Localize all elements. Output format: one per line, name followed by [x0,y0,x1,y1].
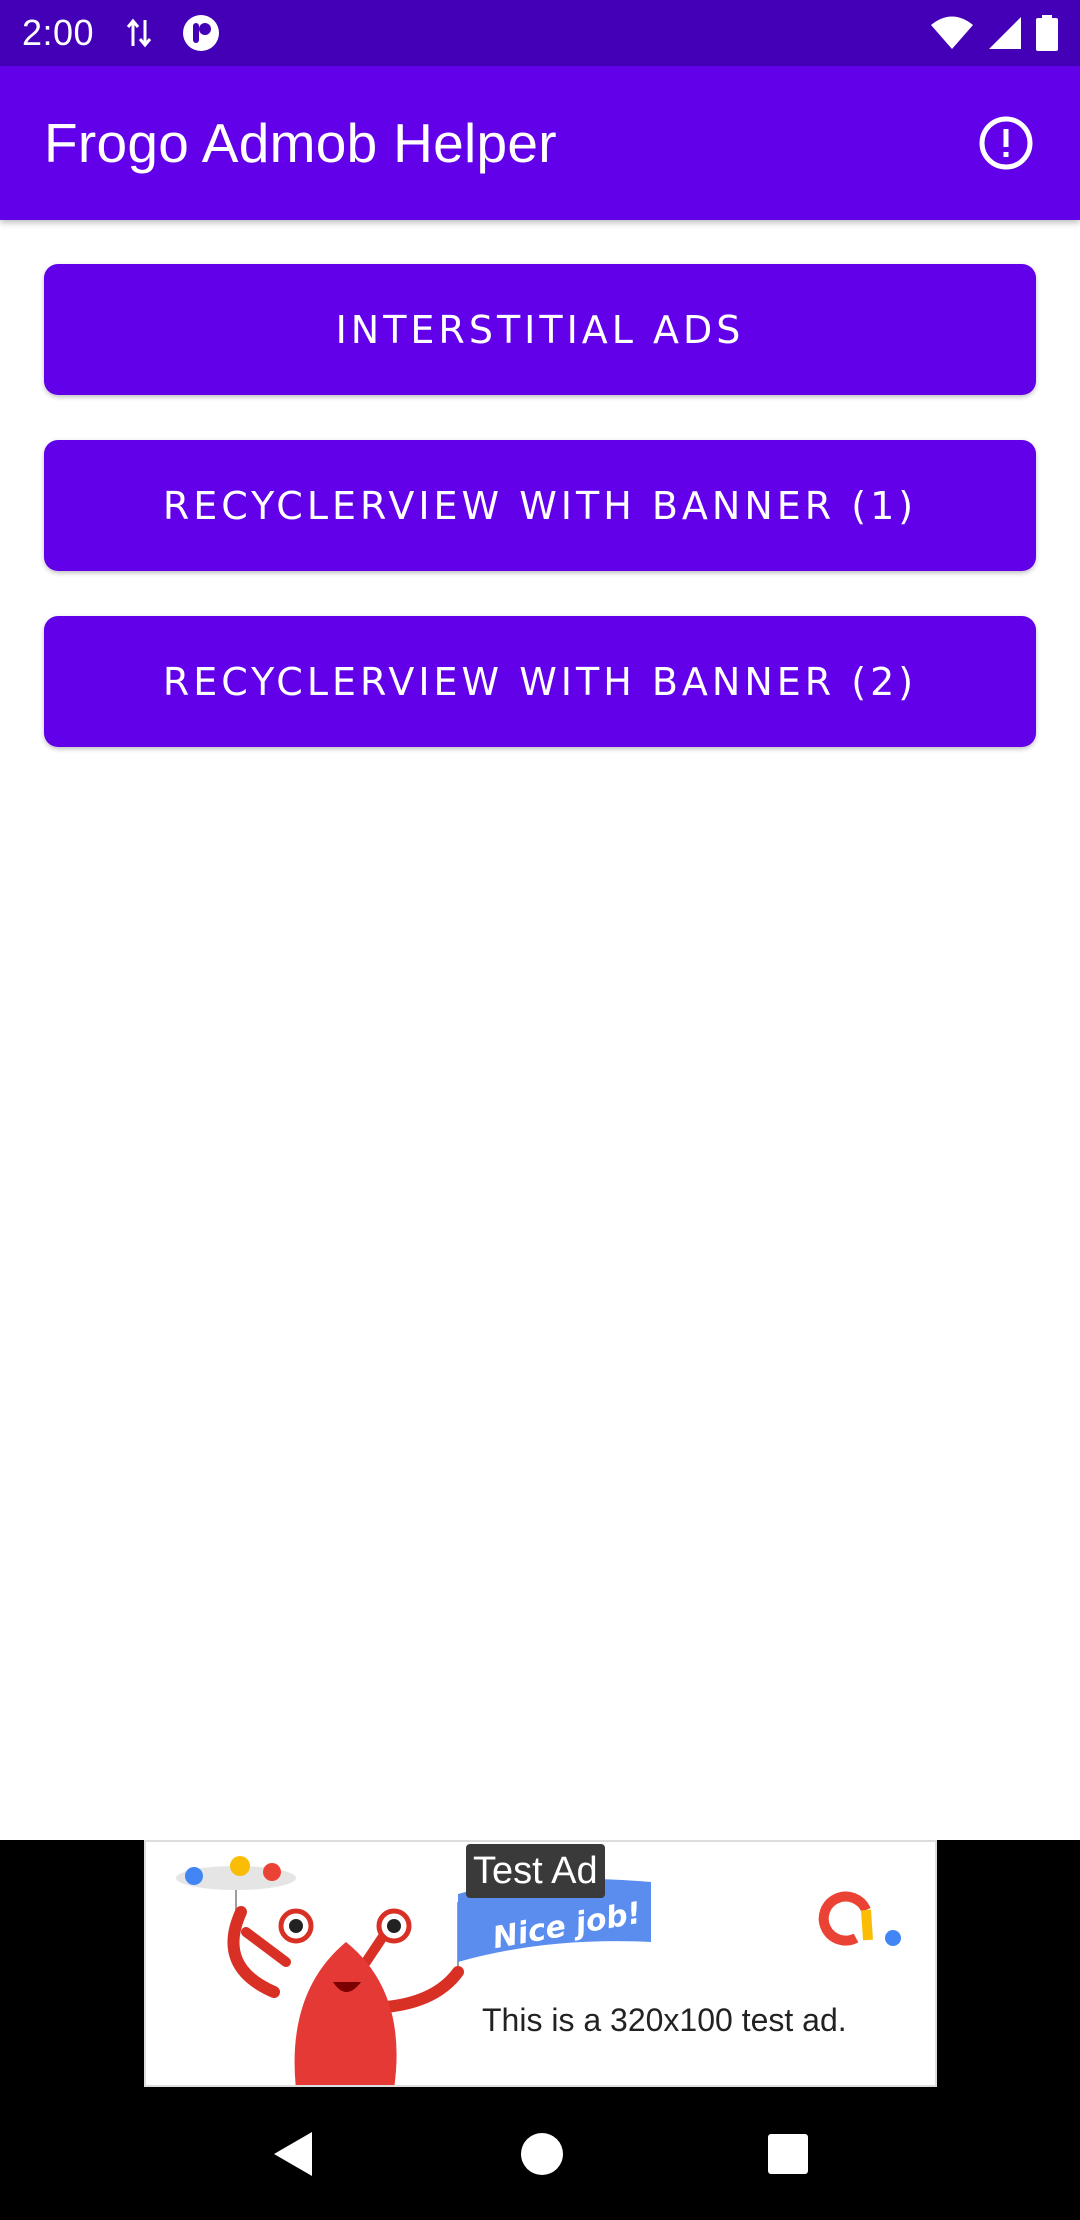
app-bar: Frogo Admob Helper [0,66,1080,220]
status-time: 2:00 [22,12,95,53]
wifi-icon [931,16,973,49]
test-ad-banner[interactable]: Nice job! Test Ad This is a 320x100 test… [144,1840,937,2087]
main-content: INTERSTITIAL ADS RECYCLERVIEW WITH BANNE… [0,220,1080,1840]
ad-area: Nice job! Test Ad This is a 320x100 test… [0,1840,1080,2087]
data-transfer-icon [126,18,152,48]
test-ad-text: This is a 320x100 test ad. [482,2002,847,2038]
interstitial-ads-button[interactable]: INTERSTITIAL ADS [44,264,1036,395]
home-icon[interactable] [519,2131,565,2177]
info-button[interactable] [976,113,1036,173]
status-bar: 2:00 [0,0,1080,66]
navigation-bar [0,2087,1080,2220]
info-circle-icon [979,116,1033,170]
back-icon[interactable] [270,2128,318,2180]
app-title: Frogo Admob Helper [44,112,557,174]
recyclerview-banner-2-button[interactable]: RECYCLERVIEW WITH BANNER (2) [44,616,1036,747]
test-ad-label: Test Ad [466,1844,605,1898]
recyclerview-banner-1-button[interactable]: RECYCLERVIEW WITH BANNER (1) [44,440,1036,571]
recents-icon[interactable] [766,2132,810,2176]
cell-signal-icon [989,17,1021,49]
battery-icon [1036,15,1058,51]
app-notification-icon [183,15,220,51]
